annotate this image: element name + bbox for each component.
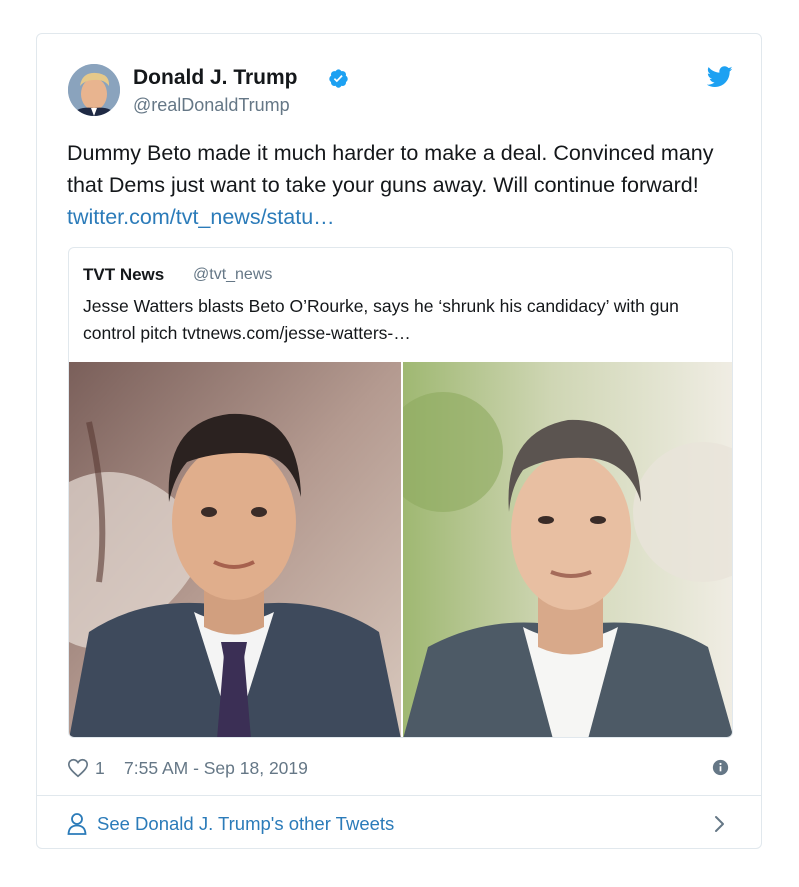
- see-other-tweets-label: See Donald J. Trump's other Tweets: [97, 813, 395, 834]
- heart-icon[interactable]: [67, 757, 89, 779]
- person-icon: [67, 813, 87, 835]
- info-icon[interactable]: [712, 759, 729, 776]
- quoted-photo-left[interactable]: [69, 362, 401, 737]
- see-other-tweets-link[interactable]: See Donald J. Trump's other Tweets: [37, 796, 761, 848]
- like-count: 1: [95, 758, 105, 778]
- quoted-photo-right[interactable]: [403, 362, 732, 737]
- chevron-right-icon: [715, 816, 724, 832]
- twitter-bird-icon[interactable]: [707, 65, 733, 89]
- tweet-text: Dummy Beto made it much harder to make a…: [67, 137, 737, 233]
- author-handle[interactable]: @realDonaldTrump: [133, 94, 290, 116]
- embedded-tweet-card: Donald J. Trump @realDonaldTrump Dummy B…: [36, 33, 762, 849]
- quoted-author-name: TVT News: [83, 265, 165, 284]
- author-name[interactable]: Donald J. Trump: [133, 65, 298, 91]
- quoted-author-handle: @tvt_news: [193, 266, 273, 283]
- verified-badge-icon: [329, 69, 348, 88]
- author-avatar[interactable]: [68, 64, 120, 116]
- quoted-tweet-link[interactable]: tvtnews.com/jesse-watters-…: [182, 323, 411, 343]
- timestamp[interactable]: 7:55 AM - Sep 18, 2019: [124, 756, 308, 780]
- tweet-body: Dummy Beto made it much harder to make a…: [67, 141, 714, 197]
- tweet-link[interactable]: twitter.com/tvt_news/statu…: [67, 205, 335, 229]
- quoted-tweet[interactable]: TVT News @tvt_news Jesse Watters blasts …: [68, 247, 733, 738]
- quoted-tweet-text: Jesse Watters blasts Beto O’Rourke, says…: [83, 293, 723, 347]
